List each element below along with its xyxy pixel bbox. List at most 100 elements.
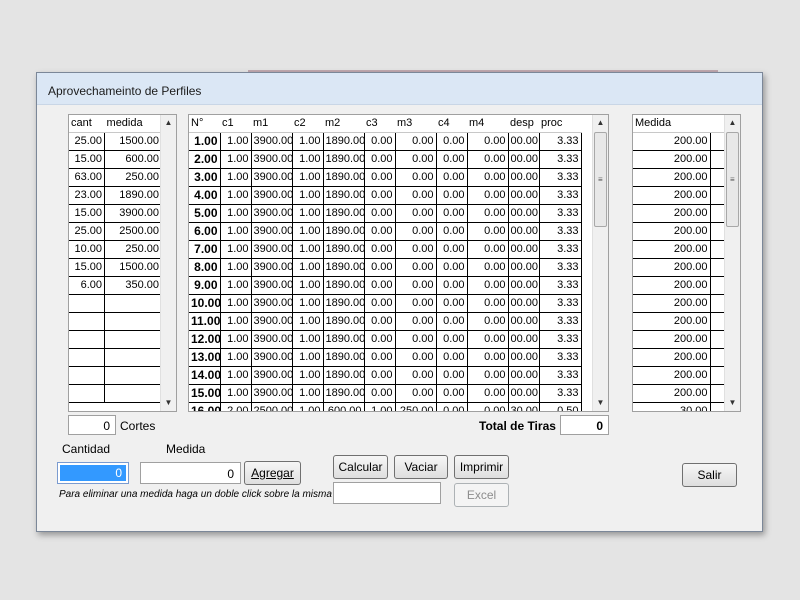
medida-row[interactable]: 200.00 <box>633 132 725 151</box>
cuts-cell-cant[interactable]: 23.00 <box>69 186 106 205</box>
results-cell-desp[interactable]: 00.00 <box>508 222 540 241</box>
results-cell-m1[interactable]: 3900.00 <box>251 204 293 223</box>
cuts-cell-cant[interactable] <box>69 294 106 313</box>
results-cell-c2[interactable]: 1.00 <box>292 294 324 313</box>
results-cell-m3[interactable]: 0.00 <box>395 168 437 187</box>
results-cell-m2[interactable]: 1890.00 <box>323 204 365 223</box>
medida-row[interactable]: 200.00 <box>633 258 725 277</box>
results-cell-m1[interactable]: 3900.00 <box>251 222 293 241</box>
results-cell-m1[interactable]: 3900.00 <box>251 384 293 403</box>
results-cell-m4[interactable]: 0.00 <box>467 330 509 349</box>
imprimir-button[interactable]: Imprimir <box>454 455 509 479</box>
results-cell-m3[interactable]: 0.00 <box>395 186 437 205</box>
medida-row[interactable]: 200.00 <box>633 276 725 295</box>
results-cell-c1[interactable]: 1.00 <box>220 384 252 403</box>
results-cell-c2[interactable]: 1.00 <box>292 132 324 151</box>
medida-cell[interactable]: 200.00 <box>633 222 711 241</box>
results-cell-proc[interactable]: 3.33 <box>539 258 582 277</box>
results-cell-m4[interactable]: 0.00 <box>467 276 509 295</box>
results-cell-c1[interactable]: 1.00 <box>220 312 252 331</box>
cuts-row[interactable]: 6.00 350.00 <box>69 276 161 295</box>
cuts-cell-medida[interactable]: 1500.00 <box>104 258 161 277</box>
medida-row[interactable]: 200.00 <box>633 330 725 349</box>
scroll-thumb[interactable]: ≡ <box>594 132 607 227</box>
results-cell-c1[interactable]: 1.00 <box>220 258 252 277</box>
results-cell-c2[interactable]: 1.00 <box>292 204 324 223</box>
cuts-row[interactable]: 15.00 600.00 <box>69 150 161 169</box>
cuts-cell-medida[interactable] <box>104 384 161 403</box>
results-cell-m2[interactable]: 1890.00 <box>323 258 365 277</box>
results-header-c3[interactable]: c3 <box>364 115 395 133</box>
medida-cell[interactable]: 200.00 <box>633 132 711 151</box>
results-cell-m2[interactable]: 1890.00 <box>323 348 365 367</box>
agregar-button[interactable]: Agregar <box>244 461 301 485</box>
results-cell-m4[interactable]: 0.00 <box>467 240 509 259</box>
results-cell-m1[interactable]: 3900.00 <box>251 294 293 313</box>
results-cell-desp[interactable]: 00.00 <box>508 312 540 331</box>
results-cell-N[interactable]: 1.00 <box>189 132 221 151</box>
results-cell-c1[interactable]: 1.00 <box>220 348 252 367</box>
cuts-row[interactable]: 10.00 250.00 <box>69 240 161 259</box>
extra-input[interactable] <box>333 482 441 504</box>
scroll-thumb[interactable]: ≡ <box>726 132 739 227</box>
results-cell-proc[interactable]: 0.50 <box>539 402 582 411</box>
results-cell-c3[interactable]: 0.00 <box>364 168 396 187</box>
results-header-m2[interactable]: m2 <box>323 115 364 133</box>
results-header-n[interactable]: N° <box>189 115 220 133</box>
results-cell-m4[interactable]: 0.00 <box>467 402 509 411</box>
results-cell-c4[interactable]: 0.00 <box>436 240 468 259</box>
results-cell-m4[interactable]: 0.00 <box>467 186 509 205</box>
medida-cell[interactable]: 200.00 <box>633 186 711 205</box>
results-cell-N[interactable]: 2.00 <box>189 150 221 169</box>
results-cell-m1[interactable]: 3900.00 <box>251 186 293 205</box>
results-cell-c3[interactable]: 0.00 <box>364 330 396 349</box>
medida-cell[interactable]: 30.00 <box>633 402 711 411</box>
results-cell-c3[interactable]: 0.00 <box>364 348 396 367</box>
results-cell-m4[interactable]: 0.00 <box>467 294 509 313</box>
results-cell-N[interactable]: 11.00 <box>189 312 221 331</box>
results-cell-m2[interactable]: 1890.00 <box>323 222 365 241</box>
results-cell-m1[interactable]: 3900.00 <box>251 366 293 385</box>
medida-row[interactable]: 200.00 <box>633 366 725 385</box>
results-cell-m4[interactable]: 0.00 <box>467 150 509 169</box>
scroll-down-icon[interactable]: ▼ <box>593 395 608 411</box>
results-cell-N[interactable]: 13.00 <box>189 348 221 367</box>
results-cell-desp[interactable]: 00.00 <box>508 150 540 169</box>
cantidad-input[interactable]: 0 <box>57 462 129 484</box>
results-cell-c4[interactable]: 0.00 <box>436 294 468 313</box>
medida-cell[interactable]: 200.00 <box>633 366 711 385</box>
medida-cell[interactable]: 200.00 <box>633 294 711 313</box>
medida-grid[interactable]: Medida 200.00 200.00 200.00 200.00 200.00 200… <box>632 114 741 412</box>
results-cell-m1[interactable]: 3900.00 <box>251 348 293 367</box>
results-row[interactable]: 10.00 1.00 3900.00 1.00 1890.00 0.00 0.00 0.00 0… <box>189 294 582 313</box>
results-cell-c1[interactable]: 1.00 <box>220 276 252 295</box>
cuts-row[interactable]: 15.00 3900.00 <box>69 204 161 223</box>
medida-row[interactable]: 200.00 <box>633 168 725 187</box>
results-row[interactable]: 9.00 1.00 3900.00 1.00 1890.00 0.00 0.00 0.00 0.… <box>189 276 582 295</box>
medida-cell[interactable]: 200.00 <box>633 312 711 331</box>
cuts-grid[interactable]: cant medida 25.00 1500.00 15.00 600.00 63.00… <box>68 114 177 412</box>
cuts-row[interactable] <box>69 366 161 385</box>
results-cell-m1[interactable]: 3900.00 <box>251 312 293 331</box>
cuts-cell-cant[interactable] <box>69 312 106 331</box>
results-cell-c4[interactable]: 0.00 <box>436 132 468 151</box>
medida-cell[interactable]: 200.00 <box>633 348 711 367</box>
results-cell-desp[interactable]: 00.00 <box>508 204 540 223</box>
results-header-c4[interactable]: c4 <box>436 115 467 133</box>
results-cell-N[interactable]: 9.00 <box>189 276 221 295</box>
cuts-scrollbar[interactable]: ▲ ▼ <box>160 115 176 411</box>
cuts-row[interactable]: 15.00 1500.00 <box>69 258 161 277</box>
results-cell-m3[interactable]: 0.00 <box>395 276 437 295</box>
medida-cell[interactable]: 200.00 <box>633 204 711 223</box>
results-cell-c3[interactable]: 0.00 <box>364 186 396 205</box>
results-cell-m3[interactable]: 0.00 <box>395 384 437 403</box>
results-cell-c2[interactable]: 1.00 <box>292 168 324 187</box>
results-row[interactable]: 7.00 1.00 3900.00 1.00 1890.00 0.00 0.00 0.00 0.… <box>189 240 582 259</box>
results-row[interactable]: 3.00 1.00 3900.00 1.00 1890.00 0.00 0.00 0.00 0.… <box>189 168 582 187</box>
results-cell-m4[interactable]: 0.00 <box>467 168 509 187</box>
results-cell-proc[interactable]: 3.33 <box>539 204 582 223</box>
results-cell-N[interactable]: 3.00 <box>189 168 221 187</box>
cuts-cell-medida[interactable]: 250.00 <box>104 168 161 187</box>
results-cell-m1[interactable]: 3900.00 <box>251 258 293 277</box>
results-cell-c1[interactable]: 1.00 <box>220 222 252 241</box>
